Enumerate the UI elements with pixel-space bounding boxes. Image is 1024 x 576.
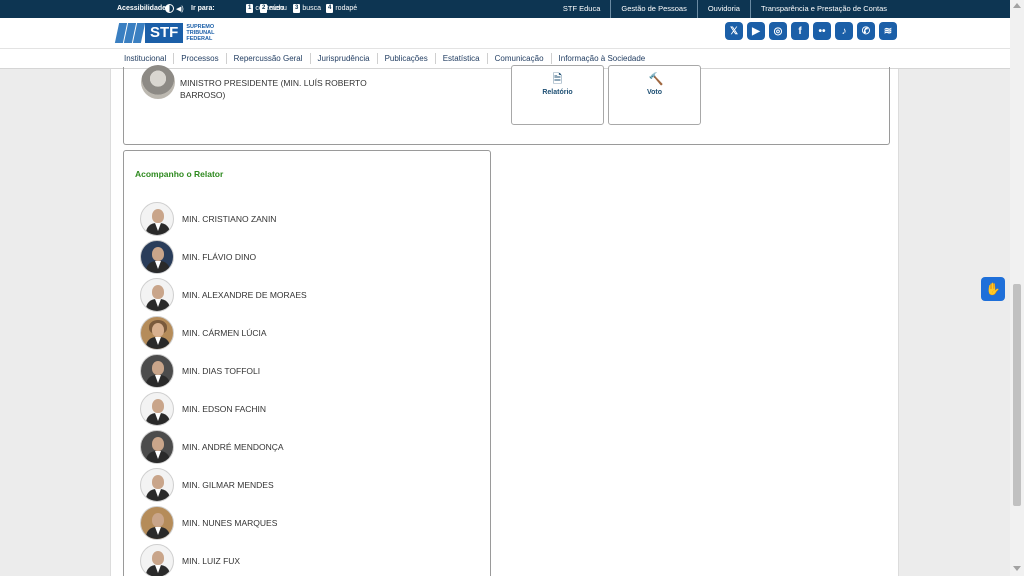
minister-name: MIN. NUNES MARQUES — [182, 518, 278, 528]
instagram-icon[interactable]: ◎ — [769, 22, 787, 40]
whatsapp-icon[interactable]: ✆ — [857, 22, 875, 40]
minister-name: MIN. CÁRMEN LÚCIA — [182, 328, 267, 338]
list-item[interactable]: MIN. EDSON FACHIN — [140, 390, 307, 428]
accessibility-label[interactable]: Acessibilidade — [117, 5, 166, 12]
follow-rapporteur-panel: Acompanho o Relator MIN. CRISTIANO ZANIN… — [123, 150, 491, 576]
avatar — [140, 354, 174, 388]
list-item[interactable]: MIN. ANDRÉ MENDONÇA — [140, 428, 307, 466]
avatar — [140, 278, 174, 312]
scroll-down-icon[interactable] — [1013, 566, 1021, 571]
list-item[interactable]: MIN. CRISTIANO ZANIN — [140, 200, 307, 238]
group-title: Acompanho o Relator — [135, 169, 224, 179]
minister-name: MIN. CRISTIANO ZANIN — [182, 214, 277, 224]
avatar — [140, 430, 174, 464]
list-item[interactable]: MIN. DIAS TOFFOLI — [140, 352, 307, 390]
relatorio-button[interactable]: 🗎 Relatório — [511, 65, 604, 125]
logo-subtitle: SUPREMO TRIBUNAL FEDERAL — [186, 24, 215, 42]
go-to-label: Ir para: — [191, 5, 215, 12]
minister-name: MIN. ALEXANDRE DE MORAES — [182, 290, 307, 300]
top-links: STF Educa Gestão de Pessoas Ouvidoria Tr… — [553, 0, 897, 18]
gavel-icon: 🔨 — [648, 72, 664, 86]
jump-menu[interactable]: 2 menu — [260, 4, 287, 13]
avatar — [140, 202, 174, 236]
site-header: STF SUPREMO TRIBUNAL FEDERAL 𝕏 ▶ ◎ f •• … — [0, 18, 1010, 48]
link-gestao-pessoas[interactable]: Gestão de Pessoas — [610, 0, 696, 18]
nav-estatistica[interactable]: Estatística — [434, 53, 487, 64]
document-icon: 🗎 — [552, 72, 563, 86]
minister-name: MIN. FLÁVIO DINO — [182, 252, 257, 262]
logo-bars-icon — [114, 23, 146, 43]
nav-processos[interactable]: Processos — [173, 53, 225, 64]
x-icon[interactable]: 𝕏 — [725, 22, 743, 40]
nav-repercussao-geral[interactable]: Repercussão Geral — [225, 53, 310, 64]
minister-name: MIN. LUIZ FUX — [182, 556, 241, 566]
list-item[interactable]: MIN. CÁRMEN LÚCIA — [140, 314, 307, 352]
avatar — [140, 544, 174, 576]
tiktok-icon[interactable]: ♪ — [835, 22, 853, 40]
minister-name: MIN. EDSON FACHIN — [182, 404, 267, 414]
social-links: 𝕏 ▶ ◎ f •• ♪ ✆ ≋ — [725, 22, 897, 40]
accessibility-bar: Acessibilidade ◀) Ir para: 1 conteúdo 2 me… — [0, 0, 1024, 18]
list-item[interactable]: MIN. GILMAR MENDES — [140, 466, 307, 504]
avatar — [140, 240, 174, 274]
list-item[interactable]: MIN. ALEXANDRE DE MORAES — [140, 276, 307, 314]
nav-institucional[interactable]: Institucional — [117, 53, 173, 64]
jump-footer[interactable]: 4 rodapé — [326, 4, 357, 13]
stf-logo[interactable]: STF SUPREMO TRIBUNAL FEDERAL — [114, 22, 215, 44]
scrollbar-thumb[interactable] — [1013, 284, 1021, 506]
facebook-icon[interactable]: f — [791, 22, 809, 40]
avatar — [140, 316, 174, 350]
jump-search[interactable]: 3 busca — [293, 4, 321, 13]
minister-name: MIN. GILMAR MENDES — [182, 480, 274, 490]
avatar — [140, 506, 174, 540]
nav-jurisprudencia[interactable]: Jurisprudência — [309, 53, 377, 64]
link-transparencia[interactable]: Transparência e Prestação de Contas — [749, 0, 897, 18]
main-content: MINISTRO PRESIDENTE (MIN. LUÍS ROBERTO B… — [110, 65, 899, 576]
relatorio-label: Relatório — [542, 89, 573, 96]
minister-name: MIN. ANDRÉ MENDONÇA — [182, 442, 284, 452]
flickr-icon[interactable]: •• — [813, 22, 831, 40]
avatar — [140, 468, 174, 502]
list-item[interactable]: MIN. FLÁVIO DINO — [140, 238, 307, 276]
youtube-icon[interactable]: ▶ — [747, 22, 765, 40]
link-stf-educa[interactable]: STF Educa — [553, 0, 611, 18]
minister-name: MIN. DIAS TOFFOLI — [182, 366, 261, 376]
logo-text: STF — [145, 23, 184, 43]
scroll-up-icon[interactable] — [1013, 3, 1021, 8]
list-item[interactable]: MIN. LUIZ FUX — [140, 542, 307, 576]
president-panel: MINISTRO PRESIDENTE (MIN. LUÍS ROBERTO B… — [123, 65, 890, 145]
voto-button[interactable]: 🔨 Voto — [608, 65, 701, 125]
minister-list: MIN. CRISTIANO ZANIN MIN. FLÁVIO DINO MI… — [140, 200, 307, 576]
link-ouvidoria[interactable]: Ouvidoria — [696, 0, 750, 18]
nav-informacao-sociedade[interactable]: Informação à Sociedade — [550, 53, 653, 64]
nav-publicacoes[interactable]: Publicações — [376, 53, 435, 64]
list-item[interactable]: MIN. NUNES MARQUES — [140, 504, 307, 542]
nav-comunicacao[interactable]: Comunicação — [486, 53, 551, 64]
sign-language-icon[interactable]: ✋ — [981, 277, 1005, 301]
voto-label: Voto — [646, 89, 663, 96]
president-avatar — [141, 65, 175, 99]
spotify-icon[interactable]: ≋ — [879, 22, 897, 40]
president-name: MINISTRO PRESIDENTE (MIN. LUÍS ROBERTO B… — [180, 78, 367, 100]
contrast-icon[interactable]: ◀) — [165, 3, 187, 14]
avatar — [140, 392, 174, 426]
